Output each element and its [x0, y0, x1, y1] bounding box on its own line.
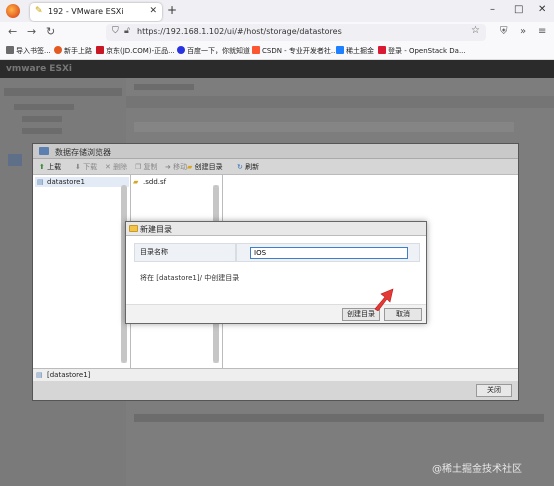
bookmark-item[interactable]: 新手上路: [54, 46, 92, 56]
dialog-title: 新建目录: [140, 225, 172, 234]
refresh-button[interactable]: ↻ 刷新: [237, 162, 259, 172]
copy-button: ❐ 复制: [135, 163, 158, 171]
address-bar[interactable]: ⛉ 🔓︎ https://192.168.1.102/ui/#/host/sto…: [106, 24, 486, 41]
firefox-bookmark-icon: [54, 46, 62, 54]
bookmarks-bar: 导入书签... 新手上路 京东(JD.COM)-正品... 百度一下，你就知道 …: [0, 44, 554, 60]
datastore-item[interactable]: ▤ datastore1: [35, 177, 129, 187]
forward-arrow-icon[interactable]: →: [27, 26, 36, 38]
datastore-icon: [39, 147, 49, 155]
shield-icon[interactable]: ⛉: [112, 26, 119, 36]
refresh-icon: ↻: [237, 163, 243, 171]
new-tab-button[interactable]: +: [167, 4, 177, 16]
minimize-button[interactable]: –: [490, 4, 495, 16]
extensions-icon[interactable]: »: [520, 26, 526, 38]
directory-name-field-cell: [236, 243, 420, 262]
close-window-button[interactable]: ✕: [538, 4, 546, 16]
maximize-button[interactable]: □: [514, 4, 523, 16]
red-arrow-annotation: [374, 288, 394, 311]
import-icon: [6, 46, 14, 54]
dialog-footer: 关闭: [33, 381, 518, 400]
datastore-icon: ▤: [37, 178, 44, 186]
bookmark-item[interactable]: 京东(JD.COM)-正品...: [96, 46, 175, 56]
esxi-header: vmware ESXi: [0, 60, 554, 78]
bookmark-item[interactable]: 登录 - OpenStack Da...: [378, 46, 466, 56]
browser-tab-strip: ✎ 192 - VMware ESXi ✕ + – □ ✕: [0, 0, 554, 22]
toolbar: ⬆ 上载 ⬇ 下载 ✕ 删除 ❐ 复制 ➜ 移动 ▰ 创建目录 ↻ 刷新: [33, 159, 518, 175]
upload-icon: ⬆: [39, 163, 45, 171]
navigation-bar: ← → ↻ ⛉ 🔓︎ https://192.168.1.102/ui/#/ho…: [0, 22, 554, 44]
folder-icon: [129, 225, 138, 232]
dialog-title-bar: 新建目录: [126, 222, 426, 236]
folder-plus-icon: ▰: [187, 163, 193, 171]
lock-icon[interactable]: 🔓︎: [124, 26, 130, 36]
dialog-title: 数据存储浏览器: [55, 148, 111, 157]
datastore-name: datastore1: [47, 178, 85, 186]
download-button: ⬇ 下载: [75, 163, 98, 171]
back-arrow-icon[interactable]: ←: [8, 26, 17, 38]
baidu-icon: [177, 46, 185, 54]
create-location-hint: 将在 [datastore1]/ 中创建目录: [140, 274, 240, 282]
pocket-icon[interactable]: ⛨: [500, 26, 508, 38]
tab-close-icon[interactable]: ✕: [149, 6, 157, 16]
watermark: @稀土掘金技术社区: [432, 464, 522, 475]
vmware-logo: vmware ESXi: [6, 64, 72, 74]
directory-name-input[interactable]: [250, 247, 408, 259]
upload-button[interactable]: ⬆ 上载: [39, 162, 61, 172]
menu-icon[interactable]: ≡: [538, 26, 546, 38]
delete-button: ✕ 删除: [105, 163, 128, 171]
path-bar: ▤ [datastore1]: [33, 368, 518, 381]
bookmark-item[interactable]: 导入书签...: [6, 46, 51, 56]
delete-icon: ✕: [105, 163, 111, 171]
juejin-icon: [336, 46, 344, 54]
bookmark-item[interactable]: CSDN - 专业开发者社...: [252, 46, 338, 56]
csdn-icon: [252, 46, 260, 54]
directory-name-label: 目录名称: [134, 243, 236, 262]
download-icon: ⬇: [75, 163, 81, 171]
folder-icon: ▰: [133, 178, 139, 186]
move-button: ➜ 移动: [165, 163, 188, 171]
datastore-icon: ▤: [36, 371, 43, 379]
bookmark-item[interactable]: 稀土掘金: [336, 46, 374, 56]
browser-tab[interactable]: ✎ 192 - VMware ESXi ✕: [30, 3, 162, 21]
jd-icon: [96, 46, 104, 54]
vmware-favicon-icon: ✎: [35, 6, 43, 16]
url-text[interactable]: https://192.168.1.102/ui/#/host/storage/…: [137, 27, 342, 36]
copy-icon: ❐: [135, 163, 142, 171]
file-item[interactable]: .sdd.sf: [143, 178, 166, 186]
close-button[interactable]: 关闭: [476, 384, 512, 397]
openstack-icon: [378, 46, 386, 54]
move-icon: ➜: [165, 163, 171, 171]
bookmark-item[interactable]: 百度一下，你就知道: [177, 46, 250, 56]
bookmark-star-icon[interactable]: ☆: [471, 25, 480, 36]
create-directory-button[interactable]: ▰ 创建目录: [187, 162, 223, 172]
datastore-list-column: ▤ datastore1: [33, 175, 131, 368]
dialog-title-bar: 数据存储浏览器: [33, 144, 518, 159]
tab-title: 192 - VMware ESXi: [48, 7, 124, 16]
current-path: [datastore1]: [47, 371, 91, 379]
firefox-icon[interactable]: [6, 4, 20, 18]
reload-icon[interactable]: ↻: [46, 26, 55, 38]
